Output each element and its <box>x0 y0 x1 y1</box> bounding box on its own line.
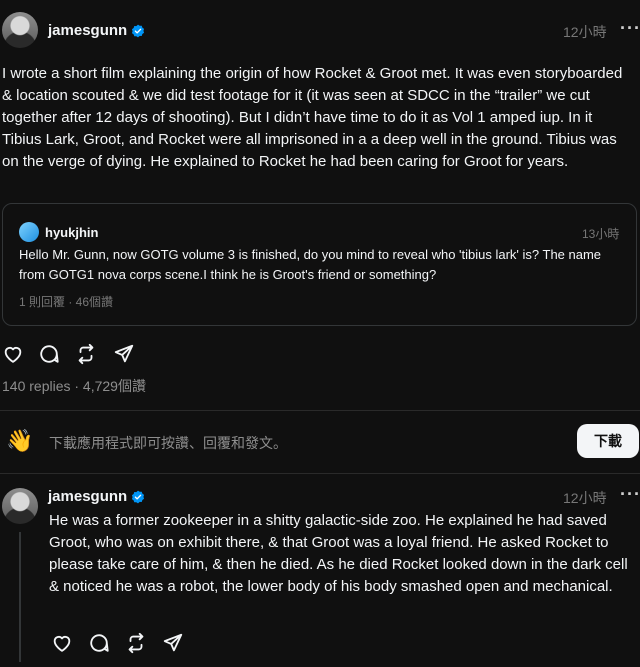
waving-hand-icon: 👋 <box>6 428 34 453</box>
more-icon[interactable]: ··· <box>620 484 640 505</box>
comment-icon[interactable] <box>88 632 110 654</box>
avatar[interactable] <box>2 488 38 524</box>
post-text: He was a former zookeeper in a shitty ga… <box>49 512 628 595</box>
post-timestamp: 12小時 <box>563 490 607 506</box>
heart-icon[interactable] <box>2 343 24 365</box>
divider <box>0 473 640 474</box>
banner-text: 下載應用程式即可按讚、回覆和發文。 <box>49 435 287 451</box>
post-text: I wrote a short film explaining the orig… <box>2 65 623 170</box>
thread-line <box>19 532 21 662</box>
send-icon[interactable] <box>162 632 184 654</box>
quote-timestamp: 13小時 <box>582 227 620 241</box>
download-button[interactable]: 下載 <box>577 424 639 458</box>
verified-badge-icon <box>131 490 145 504</box>
quote-username[interactable]: hyukjhin <box>45 225 98 240</box>
quote-meta: 1 則回覆 · 46個讚 <box>19 295 114 309</box>
post-username[interactable]: jamesgunn <box>48 488 127 505</box>
post-username[interactable]: jamesgunn <box>48 22 127 39</box>
post-stats[interactable]: 140 replies · 4,729個讚 <box>2 376 146 396</box>
heart-icon[interactable] <box>51 632 73 654</box>
divider <box>0 410 640 411</box>
quote-avatar[interactable] <box>19 222 39 242</box>
verified-badge-icon <box>131 24 145 38</box>
quote-text: Hello Mr. Gunn, now GOTG volume 3 is fin… <box>19 247 602 282</box>
avatar[interactable] <box>2 12 38 48</box>
repost-icon[interactable] <box>125 632 147 654</box>
post-timestamp: 12小時 <box>563 24 607 40</box>
comment-icon[interactable] <box>38 343 60 365</box>
more-icon[interactable]: ··· <box>620 18 640 39</box>
repost-icon[interactable] <box>75 343 97 365</box>
send-icon[interactable] <box>113 343 135 365</box>
